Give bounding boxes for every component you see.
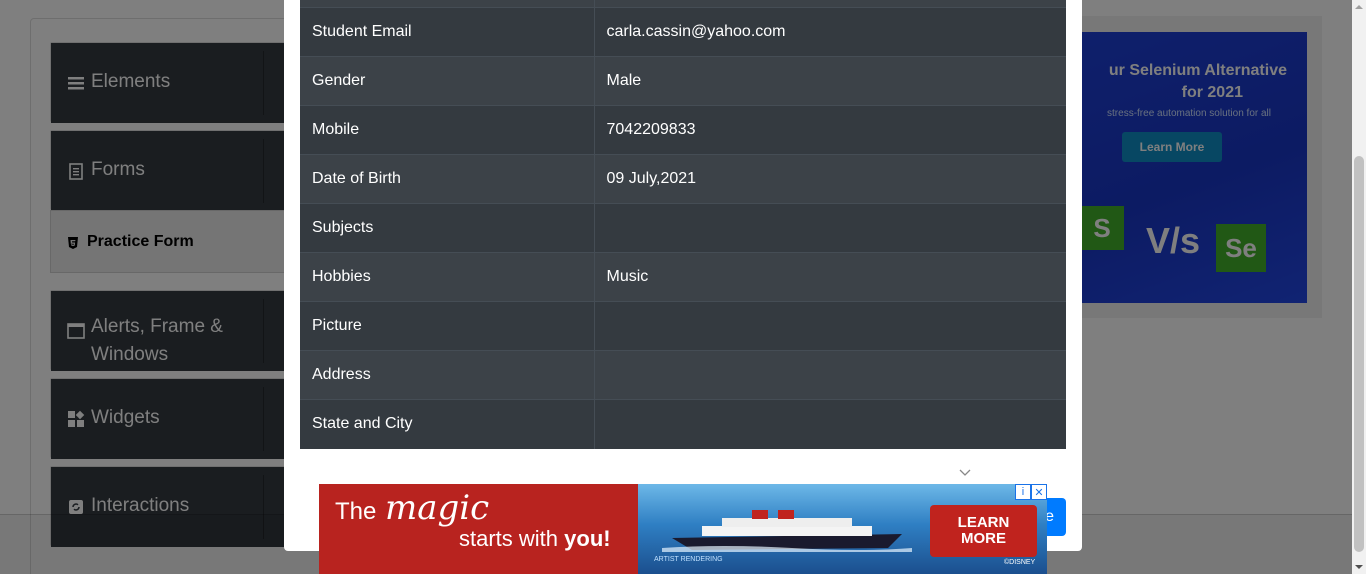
results-table: Student Email carla.cassin@yahoo.com Gende… (300, 0, 1066, 449)
table-row: Student Email carla.cassin@yahoo.com (300, 7, 1066, 57)
bottom-ad[interactable]: The magic starts with you! LEARN MORE AR… (319, 484, 1047, 574)
row-label: Address (300, 350, 595, 400)
row-value (594, 350, 1066, 400)
table-row: Address (300, 350, 1066, 400)
ad-you: you! (564, 526, 611, 551)
row-value (594, 399, 1066, 449)
cruise-ship-image (662, 510, 912, 552)
ad-ship-panel: LEARN MORE ARTIST RENDERING ©DISNEY (638, 484, 1047, 574)
ad-disney: ©DISNEY (1004, 559, 1036, 566)
row-value: carla.cassin@yahoo.com (594, 7, 1066, 57)
row-label: Mobile (300, 105, 595, 155)
table-row: State and City (300, 399, 1066, 449)
row-label: Date of Birth (300, 154, 595, 204)
row-value (594, 0, 1066, 8)
table-row: Subjects (300, 203, 1066, 253)
ad-controls: i ✕ (1015, 484, 1047, 500)
table-row: Gender Male (300, 56, 1066, 106)
info-icon[interactable]: i (1015, 484, 1031, 500)
ad-btn-line1: LEARN (957, 514, 1010, 531)
ad-learn-more-button[interactable]: LEARN MORE (930, 505, 1037, 557)
row-label: State and City (300, 399, 595, 449)
table-row: Date of Birth 09 July,2021 (300, 154, 1066, 204)
row-value: 09 July,2021 (594, 154, 1066, 204)
ad-artist-rendering: ARTIST RENDERING (654, 556, 723, 563)
row-label: Subjects (300, 203, 595, 253)
row-value: 7042209833 (594, 105, 1066, 155)
row-value: Music (594, 252, 1066, 302)
submission-modal: Student Email carla.cassin@yahoo.com Gende… (284, 0, 1082, 551)
row-label: Gender (300, 56, 595, 106)
close-icon[interactable]: ✕ (1031, 484, 1047, 500)
ad-the: The (335, 498, 377, 525)
chevron-down-icon (958, 466, 972, 480)
ad-red-panel: The magic starts with you! (319, 484, 638, 574)
row-label (300, 0, 595, 8)
ad-btn-line2: MORE (961, 530, 1006, 547)
row-value: Male (594, 56, 1066, 106)
ad-magic: magic (385, 488, 490, 528)
table-row: Picture (300, 301, 1066, 351)
scroll-down-icon[interactable] (1355, 563, 1363, 571)
row-value (594, 203, 1066, 253)
row-label: Picture (300, 301, 595, 351)
table-row (300, 0, 1066, 8)
row-label: Hobbies (300, 252, 595, 302)
page-scrollbar[interactable] (1352, 0, 1366, 574)
scroll-up-icon[interactable] (1355, 3, 1363, 11)
table-row: Mobile 7042209833 (300, 105, 1066, 155)
ad-starts-with: starts with (459, 526, 559, 551)
scroll-thumb[interactable] (1354, 156, 1364, 552)
row-label: Student Email (300, 7, 595, 57)
table-row: Hobbies Music (300, 252, 1066, 302)
row-value (594, 301, 1066, 351)
